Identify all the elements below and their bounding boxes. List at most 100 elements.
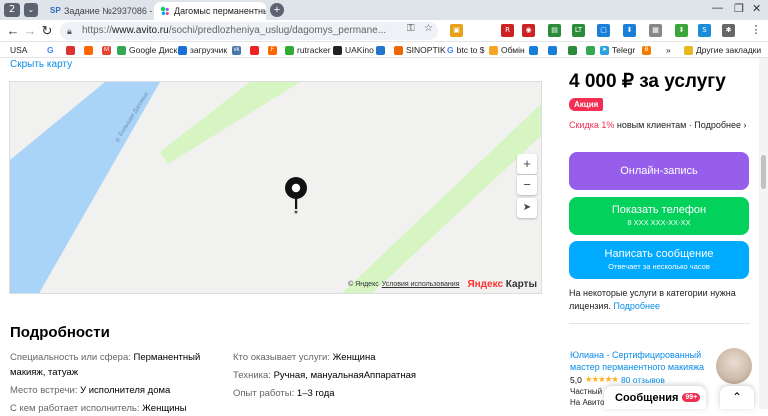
extension-icon[interactable]: ▢ xyxy=(597,24,610,37)
messages-expand-chevron-icon[interactable]: ⌃ xyxy=(720,386,754,409)
more-bookmarks-chevron-icon[interactable]: » xyxy=(666,44,671,56)
google-icon: G xyxy=(447,45,454,55)
bookmark-item[interactable]: USA xyxy=(10,44,27,56)
reviews-link[interactable]: 80 отзывов xyxy=(621,375,665,385)
detail-row: Техника: Ручная, мануальнаяАппаратная xyxy=(233,370,417,381)
gmail-icon: M xyxy=(102,45,111,55)
bookmark-item[interactable]: Gbtc to $ xyxy=(447,44,485,56)
new-tab-plus-icon[interactable]: + xyxy=(270,3,284,17)
avito-favicon-icon xyxy=(160,6,170,16)
close-window-icon[interactable]: ✕ xyxy=(752,2,761,15)
page-scrollbar[interactable] xyxy=(759,58,768,409)
tab-list-chevron-icon[interactable]: ⌄ xyxy=(24,3,38,17)
back-arrow-icon[interactable]: ← xyxy=(5,23,21,38)
download-icon[interactable]: ⬇ xyxy=(675,24,688,37)
bookmark-icon xyxy=(529,45,538,55)
button-label: Написать сообщение xyxy=(604,248,714,260)
map[interactable]: р. Большая Дагомыс + − ➤ © Яндекс Услови… xyxy=(9,81,542,294)
map-canvas: р. Большая Дагомыс xyxy=(10,82,541,293)
tab-avito[interactable]: Дагомыс перманентный ✕ xyxy=(154,2,266,20)
bookmark-icon xyxy=(285,45,294,55)
bookmark-star-icon[interactable]: ☆ xyxy=(424,23,433,34)
extension-icon[interactable]: ▦ xyxy=(649,24,662,37)
bookmark-icon xyxy=(66,45,75,55)
puzzle-icon[interactable]: ✱ xyxy=(722,24,735,37)
bookmark-item[interactable]: UAKino xyxy=(333,44,374,56)
tab-task[interactable]: SP Задание №2937086 - про xyxy=(44,2,152,20)
bookmark-icon xyxy=(333,45,342,55)
bookmark-item[interactable] xyxy=(84,44,96,56)
download-icon[interactable]: ⬇ xyxy=(623,24,636,37)
google-drive-icon xyxy=(117,45,126,55)
copyright-text: © Яндекс xyxy=(348,281,379,288)
url-field[interactable]: 🔒︎ https://www.avito.ru/sochi/predlozhen… xyxy=(60,22,438,40)
extension-icon[interactable]: S xyxy=(698,24,711,37)
tab-title: Задание №2937086 - про xyxy=(64,6,152,16)
bookmark-item[interactable]: загрузчик xyxy=(178,44,227,56)
scrollbar-thumb[interactable] xyxy=(761,155,766,189)
map-attribution: © Яндекс Условия использования Яндекс Ка… xyxy=(348,279,537,290)
bookmark-icon xyxy=(178,45,187,55)
rating-stars-icon: ★★★★★ xyxy=(584,374,619,384)
bookmark-item[interactable]: Обмін xyxy=(489,44,525,56)
promo-badge: Акция xyxy=(569,98,604,111)
bookmark-icon xyxy=(489,45,498,55)
messages-widget[interactable]: Сообщения 99+ xyxy=(604,386,706,409)
menu-dots-icon[interactable]: ⋮ xyxy=(748,23,764,36)
zoom-out-button[interactable]: − xyxy=(517,175,537,195)
forward-arrow-icon[interactable]: → xyxy=(22,23,38,38)
bookmark-item[interactable]: F xyxy=(268,44,280,56)
tab-count-badge[interactable]: 2 xyxy=(4,3,20,17)
detail-row: Опыт работы: 1–3 года xyxy=(233,388,335,399)
bookmark-item[interactable]: rutracker xyxy=(285,44,331,56)
license-more-link[interactable]: Подробнее xyxy=(613,301,660,311)
avatar[interactable] xyxy=(716,348,752,384)
telegram-icon: ➤ xyxy=(600,45,609,55)
address-toolbar: ← → ↻ 🔒︎ https://www.avito.ru/sochi/pred… xyxy=(0,20,768,42)
yandex-maps-logo[interactable]: Яндекс Карты xyxy=(467,279,537,290)
hide-map-link[interactable]: Скрыть карту xyxy=(10,59,72,70)
bookmark-item[interactable] xyxy=(548,44,560,56)
zoom-in-button[interactable]: + xyxy=(517,154,537,174)
extension-icon[interactable]: ◉ xyxy=(522,24,535,37)
bookmark-item[interactable]: vk xyxy=(232,44,244,56)
tab-title: Дагомыс перманентный xyxy=(174,6,266,16)
maximize-icon[interactable]: ❐ xyxy=(734,2,744,15)
reload-icon[interactable]: ↻ xyxy=(39,23,55,39)
vk-icon: vk xyxy=(232,45,241,55)
minimize-icon[interactable]: — xyxy=(712,2,723,14)
promo-line[interactable]: Скидка 1% новым клиентам · Подробнее › xyxy=(569,120,746,130)
bookmark-item[interactable]: M xyxy=(102,44,114,56)
detail-row: Кто оказывает услуги: Женщина xyxy=(233,352,376,363)
online-booking-button[interactable]: Онлайн-запись xyxy=(569,152,749,190)
bookmark-item[interactable]: G xyxy=(47,44,54,56)
bookmarks-bar: USA G M Google Диск загрузчик vk F rutra… xyxy=(0,42,768,58)
extension-icon[interactable]: R xyxy=(501,24,514,37)
write-message-button[interactable]: Написать сообщение Отвечает за несколько… xyxy=(569,241,749,279)
extension-icon[interactable]: ▣ xyxy=(450,24,463,37)
bookmark-item[interactable]: B xyxy=(642,44,654,56)
geolocation-arrow-icon[interactable]: ➤ xyxy=(517,198,537,218)
key-icon[interactable]: ⚿ xyxy=(407,23,415,34)
park-strip xyxy=(160,82,300,164)
other-bookmarks[interactable]: Другие закладки xyxy=(684,44,761,56)
details-heading: Подробности xyxy=(10,324,110,341)
bookmark-item[interactable]: SINOPTIK xyxy=(394,44,446,56)
extension-icon[interactable]: ▤ xyxy=(548,24,561,37)
bookmark-icon xyxy=(394,45,403,55)
bookmark-item[interactable] xyxy=(250,44,262,56)
url-path: /sochi/predlozheniya_uslug/dagomys_perma… xyxy=(168,25,387,36)
url-host: www.avito.ru xyxy=(112,25,169,36)
bookmark-item[interactable] xyxy=(376,44,388,56)
bookmark-item[interactable] xyxy=(529,44,541,56)
show-phone-button[interactable]: Показать телефон 8 XXX XXX-XX-XX xyxy=(569,197,749,235)
terms-link[interactable]: Условия использования xyxy=(382,281,460,288)
bookmark-item[interactable] xyxy=(66,44,78,56)
extension-icon[interactable]: LT xyxy=(572,24,585,37)
bookmark-item[interactable] xyxy=(568,44,580,56)
bookmark-item[interactable] xyxy=(586,44,598,56)
blogger-icon: B xyxy=(642,45,651,55)
bookmark-item[interactable]: Google Диск xyxy=(117,44,177,56)
seller-name-link[interactable]: Юлиана - Сертифицированный мастер перман… xyxy=(570,349,715,373)
bookmark-item[interactable]: ➤ Telegr xyxy=(600,44,635,56)
